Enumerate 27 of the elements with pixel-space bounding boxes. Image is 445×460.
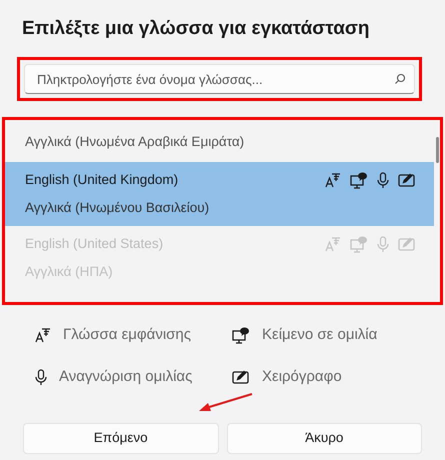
legend-label: Αναγνώριση ομιλίας [59,366,192,387]
font-icon [325,236,341,252]
monitor-bubble-icon [350,172,368,188]
microphone-icon [35,368,47,386]
dialog-title: Επιλέξτε μια γλώσσα για εγκατάσταση [21,17,371,41]
legend-label: Γλώσσα εμφάνισης [63,324,191,345]
language-item[interactable]: English (United Kingdom) Αγγλικά (Ηνωμένου Βασιλείου) [5,162,434,226]
microphone-icon [377,236,389,252]
font-icon [325,172,341,188]
legend-label: Κείμενο σε ομιλία [262,324,378,345]
search-icon [394,73,406,85]
language-item[interactable]: Αγγλικά (Ηνωμένα Αραβικά Εμιράτα) [5,120,434,162]
language-subtitle: Αγγλικά (Ηνωμένα Αραβικά Εμιράτα) [25,133,244,151]
font-icon [35,327,51,343]
cancel-button[interactable]: Άκυρο [226,423,422,454]
next-button[interactable]: Επόμενο [23,423,218,454]
legend-label: Χειρόγραφο [262,366,342,387]
monitor-bubble-icon [350,236,368,252]
search-field[interactable]: Πληκτρολογήστε ένα όνομα γλώσσας... [24,64,415,94]
monitor-bubble-icon [232,326,250,344]
language-name: English (United Kingdom) [25,170,178,189]
pen-box-icon [398,172,416,188]
pen-box-icon [232,369,250,385]
pen-box-icon [398,236,416,252]
microphone-icon [377,172,389,188]
language-subtitle: Αγγλικά (Ηνωμένου Βασιλείου) [25,199,210,217]
scrollbar-thumb[interactable] [436,137,439,163]
